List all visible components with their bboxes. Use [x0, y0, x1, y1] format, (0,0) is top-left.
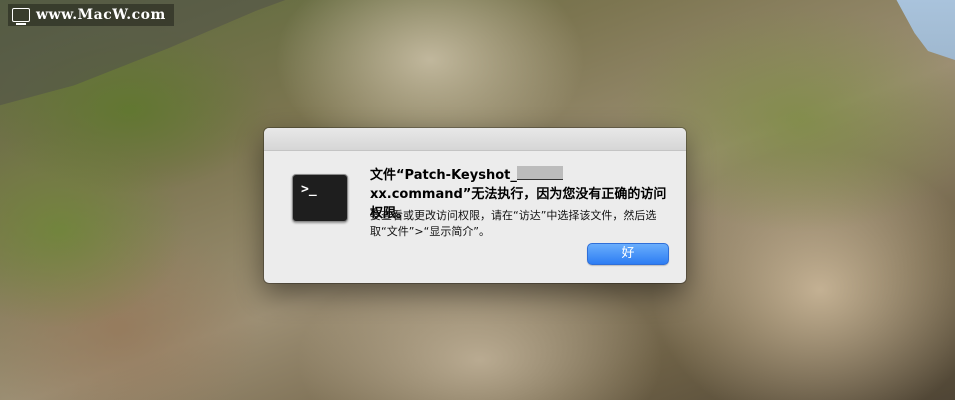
- dialog-titlebar[interactable]: [264, 128, 686, 151]
- watermark-text: www.MacW.com: [36, 7, 166, 23]
- redacted-filename: [516, 166, 563, 180]
- watermark: www.MacW.com: [8, 4, 174, 26]
- alert-dialog: >_ 文件“Patch-Keyshot_xx.command”无法执行，因为您没…: [264, 128, 686, 283]
- terminal-prompt-glyph: >_: [301, 182, 317, 197]
- ok-button[interactable]: 好: [587, 243, 669, 265]
- dialog-title-start: 文件“Patch-Keyshot_: [370, 168, 517, 183]
- monitor-icon: [12, 8, 30, 25]
- terminal-icon: >_: [292, 174, 348, 222]
- dialog-message: 要查看或更改访问权限，请在“访达”中选择该文件，然后选取“文件”>“显示简介”。: [370, 209, 657, 238]
- wallpaper-sky: [896, 0, 955, 60]
